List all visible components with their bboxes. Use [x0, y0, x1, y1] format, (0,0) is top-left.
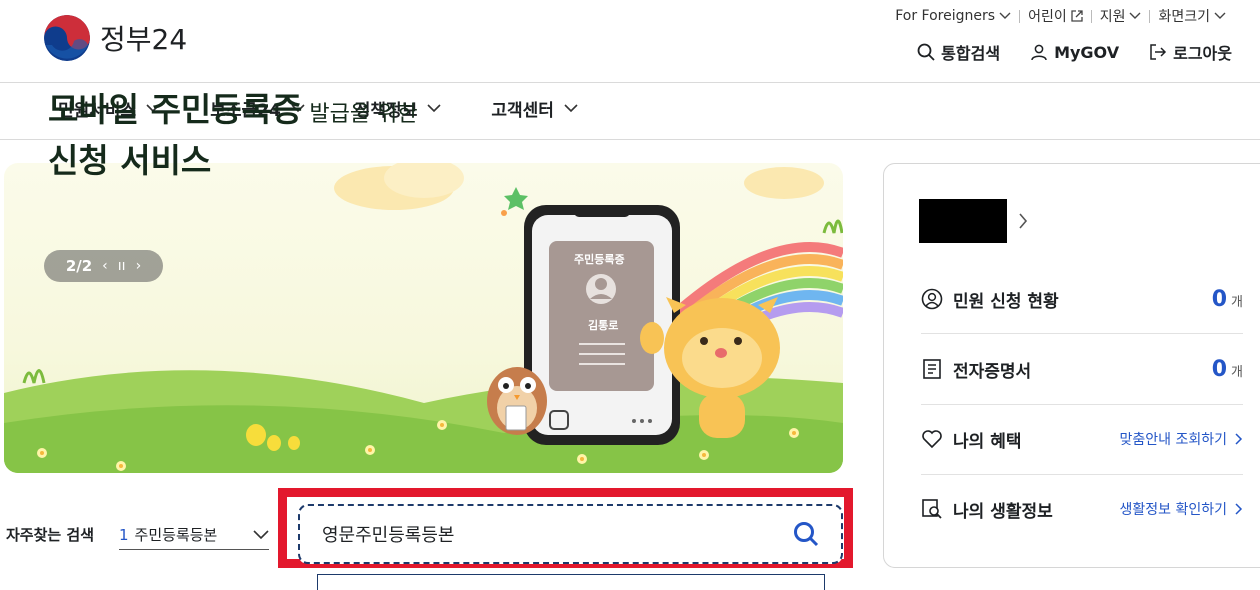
pause-icon[interactable]: ıı: [118, 258, 126, 274]
chevron-right-icon: [1235, 433, 1243, 445]
banner-title-line1: 모바일 주민등록증 발급을 위한: [48, 83, 418, 131]
top-buttons: 통합검색 MyGOV 로그아웃: [917, 40, 1232, 64]
banner-title-small: 발급을 위한: [302, 102, 418, 127]
chevron-right-icon[interactable]: [1018, 213, 1028, 229]
row-label-wrap: 나의 생활정보: [921, 497, 1053, 522]
frequent-search-label: 자주찾는 검색: [6, 526, 95, 544]
integrated-search-label: 통합검색: [941, 44, 1001, 63]
screen-size-label: 화면크기: [1158, 9, 1210, 25]
row-label-wrap: 민원 신청 현황: [921, 287, 1059, 312]
nav-label: 고객센터: [491, 101, 554, 121]
row-unit: 개: [1231, 364, 1243, 380]
row-link-label: 생활정보 확인하기: [1119, 502, 1228, 518]
redacted-user-name: [919, 199, 1007, 243]
logout-icon: [1150, 44, 1167, 60]
search-field[interactable]: [298, 504, 843, 564]
taegeuk-logo-icon: [44, 15, 90, 61]
banner-title-line2: 신청 서비스: [48, 141, 212, 180]
utility-menu: For Foreigners 어린이 지원 화면크기: [887, 6, 1234, 26]
search-suggestion-dropdown: [317, 574, 825, 590]
row-link-label: 맞춤안내 조회하기: [1119, 432, 1228, 448]
promo-banner[interactable]: 주민등록증 김통로: [4, 163, 843, 473]
chevron-down-icon: [1129, 12, 1141, 19]
chevron-right-icon: [1235, 503, 1243, 515]
document-icon: [923, 359, 941, 379]
selected-text: 주민등록등본: [134, 526, 218, 544]
row-divider: [921, 333, 1243, 334]
search-icon[interactable]: [793, 521, 819, 547]
row-label-wrap: 나의 혜택: [921, 427, 1021, 452]
for-foreigners-label: For Foreigners: [895, 8, 996, 24]
row-life-info[interactable]: 나의 생활정보 생활정보 확인하기: [921, 494, 1243, 524]
search-document-icon: [922, 499, 942, 519]
row-label-wrap: 전자증명서: [921, 357, 1031, 382]
search-input[interactable]: [322, 523, 793, 545]
benefits-link[interactable]: 맞춤안내 조회하기: [1120, 429, 1244, 449]
row-label: 전자증명서: [953, 361, 1032, 382]
chevron-down-icon: [253, 529, 269, 539]
row-label: 민원 신청 현황: [953, 291, 1059, 312]
user-circle-icon: [921, 288, 943, 310]
chevron-down-icon: [427, 104, 441, 113]
integrated-search-button[interactable]: 통합검색: [917, 40, 1000, 64]
banner-pager: 2/2 ‹ ıı ›: [44, 250, 163, 282]
row-count: 0: [1211, 286, 1228, 312]
banner-illustration: [4, 163, 843, 473]
row-my-benefits[interactable]: 나의 혜택 맞춤안내 조회하기: [921, 424, 1243, 454]
next-slide-icon[interactable]: ›: [136, 258, 142, 274]
row-label: 나의 혜택: [953, 431, 1022, 452]
row-count-wrap: 0 개: [1212, 357, 1243, 382]
row-divider: [921, 474, 1243, 475]
kids-link[interactable]: 어린이: [1020, 6, 1091, 26]
prev-slide-icon[interactable]: ‹: [102, 258, 108, 274]
gov24-logo[interactable]: 정부24: [44, 14, 224, 62]
support-menu[interactable]: 지원: [1092, 6, 1150, 26]
mygov-label: MyGOV: [1054, 42, 1120, 62]
kids-label: 어린이: [1028, 9, 1067, 25]
row-e-certificate[interactable]: 전자증명서 0 개: [921, 354, 1243, 384]
row-label: 나의 생활정보: [953, 501, 1053, 522]
nav-customer-center[interactable]: 고객센터: [491, 96, 578, 121]
logout-button[interactable]: 로그아웃: [1149, 40, 1232, 64]
chevron-down-icon: [1214, 12, 1226, 19]
for-foreigners-menu[interactable]: For Foreigners: [887, 8, 1019, 24]
card-name: 김통로: [588, 319, 619, 332]
external-link-icon: [1071, 10, 1083, 22]
chevron-down-icon: [564, 104, 578, 113]
screen-size-menu[interactable]: 화면크기: [1150, 6, 1234, 26]
logo-text: 정부24: [100, 23, 188, 56]
frequent-search-selected: 1 주민등록등본: [119, 524, 217, 545]
logout-label: 로그아웃: [1173, 44, 1232, 63]
chevron-down-icon: [999, 12, 1011, 19]
row-unit: 개: [1231, 294, 1243, 310]
row-count-wrap: 0 개: [1212, 287, 1243, 312]
row-divider: [921, 404, 1243, 405]
frequent-search-select[interactable]: 1 주민등록등본: [119, 520, 269, 550]
life-info-link[interactable]: 생활정보 확인하기: [1120, 499, 1244, 519]
search-icon: [917, 43, 935, 61]
pager-count: 2/2: [65, 257, 93, 275]
banner-title-main: 모바일 주민등록증: [48, 90, 303, 129]
selected-rank: 1: [119, 526, 129, 544]
user-icon: [1031, 44, 1047, 61]
card-title: 주민등록증: [574, 253, 625, 266]
mygov-button[interactable]: MyGOV: [1030, 40, 1119, 64]
support-label: 지원: [1099, 9, 1126, 25]
heart-icon: [922, 430, 942, 449]
row-application-status[interactable]: 민원 신청 현황 0 개: [921, 284, 1243, 314]
row-count: 0: [1211, 356, 1228, 382]
